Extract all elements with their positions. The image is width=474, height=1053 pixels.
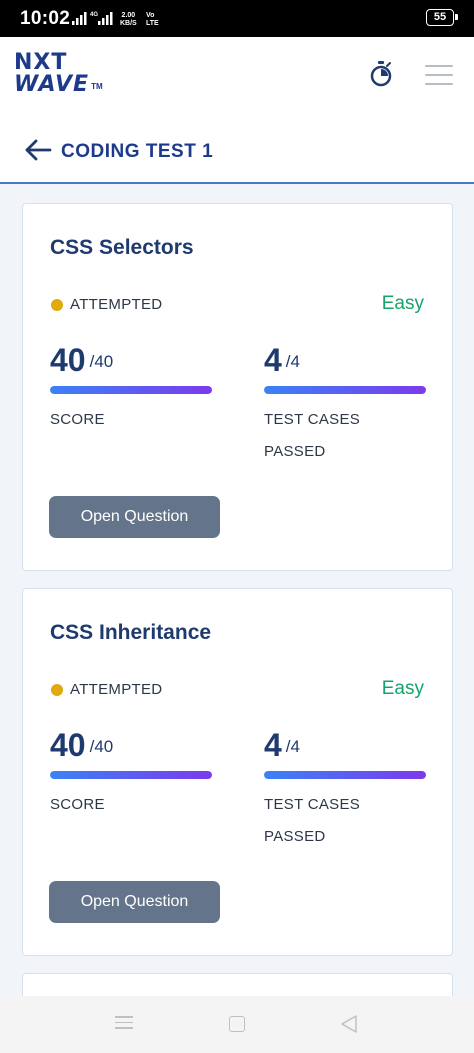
test-cases-progress-bar <box>264 386 426 394</box>
app-header: NXT WAVE TM <box>0 37 474 117</box>
network-speed: 2.00 KB/S <box>120 12 137 27</box>
status-label: ATTEMPTED <box>70 296 163 313</box>
score-progress-bar <box>50 771 212 779</box>
question-card: CSS Inheritance ATTEMPTED Easy 40/40 SCO… <box>22 588 453 956</box>
difficulty-label: Easy <box>381 293 424 314</box>
status-bar: 10:02 4G 2.00 KB/S Vo LTE 55 <box>0 0 474 37</box>
volte-indicator: Vo LTE <box>146 12 159 27</box>
question-card: CSS Selectors ATTEMPTED Easy 40/40 SCORE… <box>22 203 453 571</box>
page-title: CODING TEST 1 <box>61 141 214 162</box>
signal-strength-2-icon <box>98 12 113 25</box>
network-type: 4G <box>90 12 99 18</box>
test-cases-progress-fill <box>264 386 426 394</box>
score-progress-bar <box>50 386 212 394</box>
arrow-left-icon[interactable] <box>24 139 52 161</box>
score-progress-fill <box>50 386 212 394</box>
score-label: SCORE <box>50 796 105 813</box>
score-value: 40 <box>50 727 86 763</box>
recent-apps-icon[interactable] <box>115 1016 133 1033</box>
open-question-button[interactable]: Open Question <box>49 496 220 538</box>
score-metric: 40/40 SCORE <box>50 727 212 821</box>
test-cases-label: TEST CASES PASSED <box>264 796 361 845</box>
question-title: CSS Selectors <box>50 236 194 259</box>
score-progress-fill <box>50 771 212 779</box>
score-metric: 40/40 SCORE <box>50 342 212 436</box>
signal-strength-icon <box>72 12 87 25</box>
page-header: CODING TEST 1 <box>0 117 474 184</box>
stopwatch-icon[interactable] <box>369 61 393 87</box>
test-cases-value: 4 <box>264 342 282 378</box>
back-icon[interactable] <box>340 1014 358 1034</box>
test-cases-total: /4 <box>285 352 300 371</box>
test-cases-progress-fill <box>264 771 426 779</box>
status-dot-icon <box>51 299 63 311</box>
clock: 10:02 <box>20 8 71 29</box>
nxtwave-logo[interactable]: NXT WAVE TM <box>14 52 103 98</box>
home-icon[interactable] <box>229 1016 245 1032</box>
score-value: 40 <box>50 342 86 378</box>
status-label: ATTEMPTED <box>70 681 163 698</box>
test-cases-total: /4 <box>285 737 300 756</box>
battery-icon: 55 <box>426 9 458 26</box>
test-cases-progress-bar <box>264 771 426 779</box>
status-dot-icon <box>51 684 63 696</box>
test-cases-metric: 4/4 TEST CASES PASSED <box>264 342 426 468</box>
hamburger-menu-icon[interactable] <box>425 65 453 85</box>
question-title: CSS Inheritance <box>50 621 212 644</box>
test-cases-metric: 4/4 TEST CASES PASSED <box>264 727 426 853</box>
test-cases-value: 4 <box>264 727 282 763</box>
system-navigation-bar <box>0 996 474 1053</box>
test-cases-label: TEST CASES PASSED <box>264 411 361 460</box>
score-total: /40 <box>89 737 114 756</box>
difficulty-label: Easy <box>381 678 424 699</box>
score-label: SCORE <box>50 411 105 428</box>
score-total: /40 <box>89 352 114 371</box>
open-question-button[interactable]: Open Question <box>49 881 220 923</box>
